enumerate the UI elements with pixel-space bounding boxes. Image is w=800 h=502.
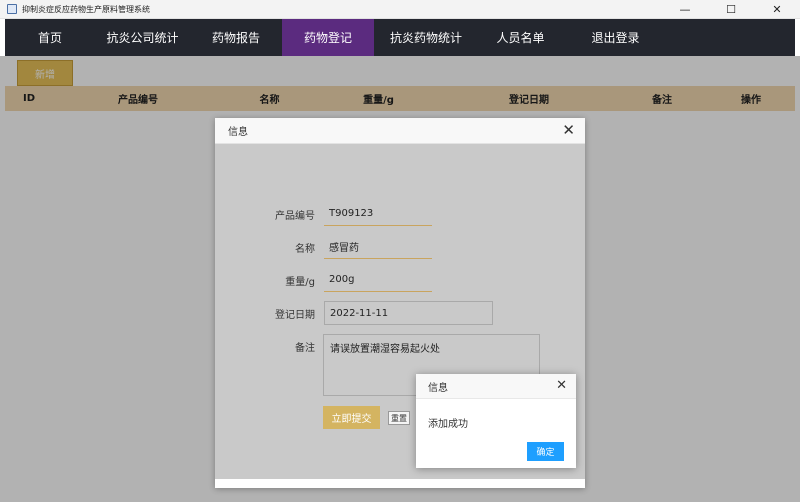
message-header: 信息 ✕	[416, 374, 576, 399]
minimize-button[interactable]: —	[662, 0, 708, 19]
nav-logout[interactable]: 退出登录	[563, 19, 668, 56]
form-row-weight: 重量/g 200g	[215, 268, 432, 292]
nav-drug-report[interactable]: 药物报告	[190, 19, 282, 56]
window-titlebar: 抑制炎症反应药物生产原料管理系统 — ☐ ✕	[0, 0, 800, 19]
reset-button[interactable]: 重置	[388, 411, 410, 425]
weight-label: 重量/g	[285, 276, 315, 288]
form-row-date: 登记日期 2022-11-11	[215, 301, 493, 325]
dialog-close-icon[interactable]: ✕	[562, 123, 575, 138]
form-row-name: 名称 感冒药	[215, 235, 432, 259]
name-input[interactable]: 感冒药	[324, 235, 432, 259]
nav-drug-register[interactable]: 药物登记	[282, 19, 374, 56]
nav-company-stats[interactable]: 抗炎公司统计	[95, 19, 190, 56]
ok-button[interactable]: 确定	[527, 442, 564, 461]
window-controls: — ☐ ✕	[662, 0, 800, 19]
product-no-input[interactable]: T909123	[324, 202, 432, 226]
form-row-product-no: 产品编号 T909123	[215, 202, 432, 226]
name-label: 名称	[295, 243, 315, 255]
message-title: 信息	[428, 382, 448, 394]
dialog-title: 信息	[228, 127, 248, 138]
form-row-remark: 备注	[215, 339, 315, 354]
main-nav: 首页 抗炎公司统计 药物报告 药物登记 抗炎药物统计 人员名单 退出登录	[5, 19, 795, 56]
weight-input[interactable]: 200g	[324, 268, 432, 292]
maximize-button[interactable]: ☐	[708, 0, 754, 19]
dialog-footer	[215, 479, 585, 488]
window-title: 抑制炎症反应药物生产原料管理系统	[22, 4, 150, 14]
date-label: 登记日期	[275, 309, 315, 321]
submit-button[interactable]: 立即提交	[323, 406, 380, 429]
dialog-header: 信息 ✕	[215, 118, 585, 144]
date-input[interactable]: 2022-11-11	[324, 301, 493, 325]
success-message-dialog: 信息 ✕ 添加成功 确定	[416, 374, 576, 468]
window-close-button[interactable]: ✕	[754, 0, 800, 19]
remark-label: 备注	[295, 343, 315, 354]
nav-home[interactable]: 首页	[5, 19, 95, 56]
product-no-label: 产品编号	[275, 210, 315, 222]
app-icon	[7, 4, 17, 14]
message-text: 添加成功	[428, 419, 468, 430]
nav-staff-list[interactable]: 人员名单	[478, 19, 563, 56]
message-close-icon[interactable]: ✕	[556, 379, 567, 392]
nav-drug-stats[interactable]: 抗炎药物统计	[374, 19, 478, 56]
